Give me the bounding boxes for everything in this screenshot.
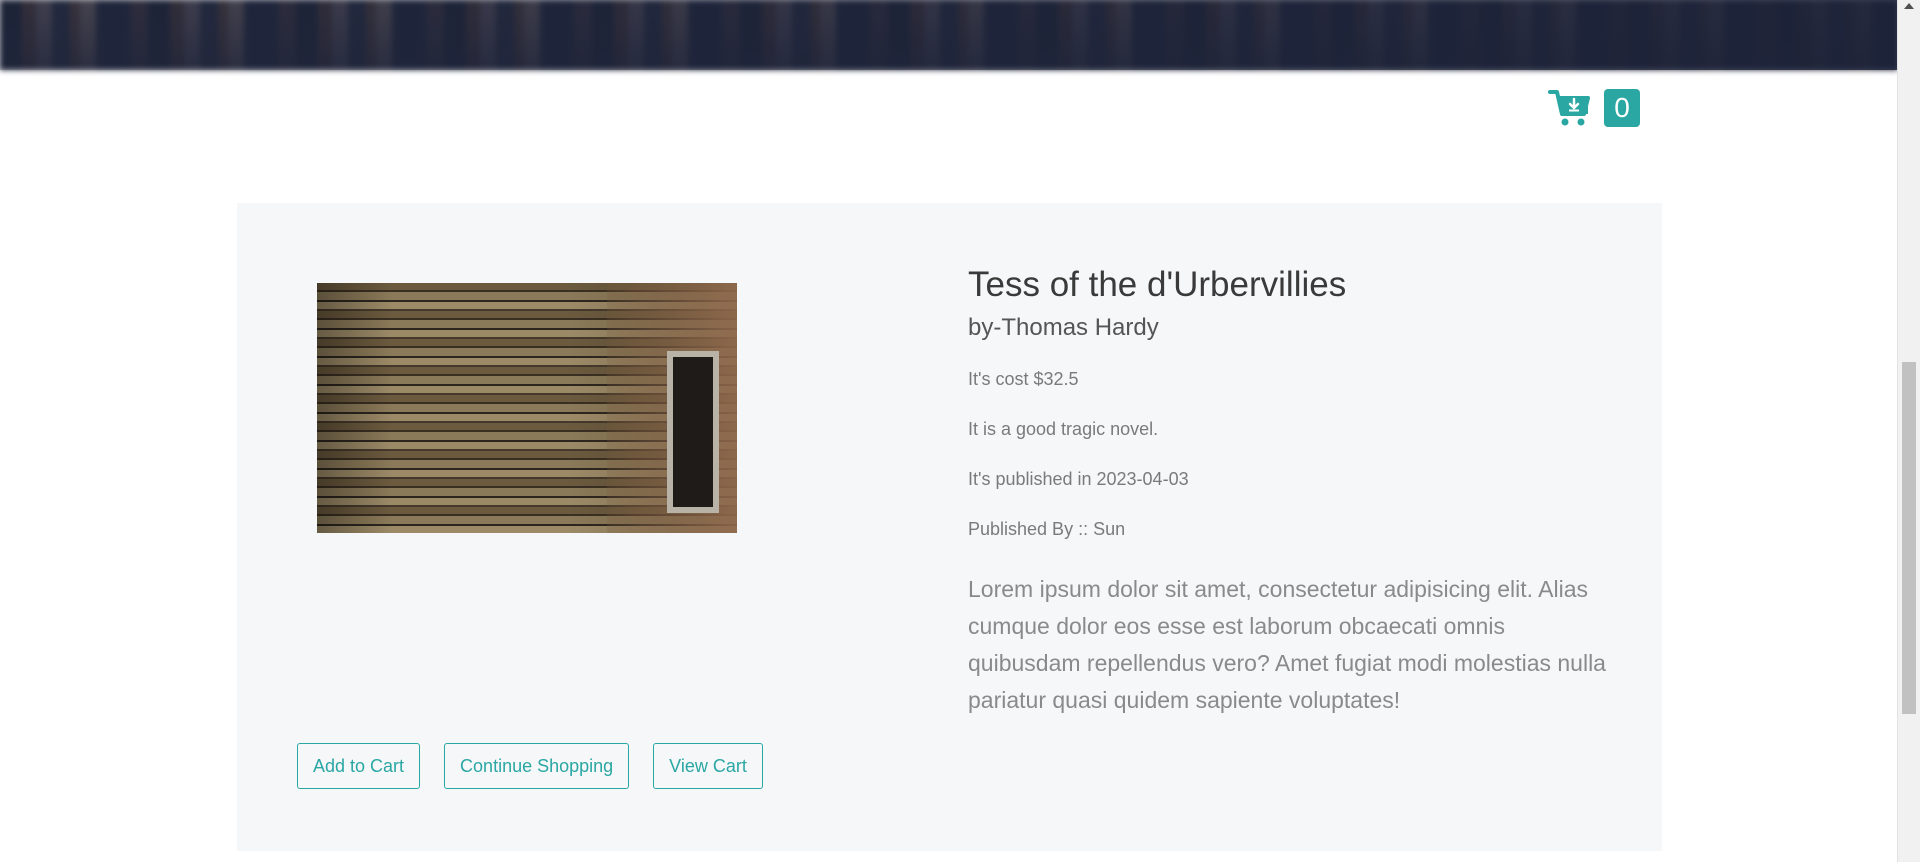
continue-shopping-button[interactable]: Continue Shopping (444, 743, 630, 789)
product-actions: Add to Cart Continue Shopping View Cart (297, 743, 763, 789)
product-title: Tess of the d'Urbervillies (968, 265, 1347, 304)
product-description: Lorem ipsum dolor sit amet, consectetur … (968, 576, 1606, 713)
product-publisher: Published By :: Sun (968, 519, 1126, 539)
cart-count-badge: 0 (1604, 89, 1640, 127)
product-price: It's cost $32.5 (968, 369, 1079, 389)
scrollbar-thumb[interactable] (1902, 362, 1916, 714)
shopping-cart-icon[interactable] (1548, 88, 1592, 128)
add-to-cart-button[interactable]: Add to Cart (297, 743, 421, 789)
hero-banner-overlay (0, 0, 1898, 70)
cover-image-detail (667, 351, 719, 513)
book-cover-image (317, 283, 737, 533)
product-info: Tess of the d'Urbervillies by-Thomas Har… (968, 263, 1608, 719)
view-cart-button[interactable]: View Cart (653, 743, 763, 789)
product-card: Tess of the d'Urbervillies by-Thomas Har… (237, 203, 1662, 851)
product-summary: It is a good tragic novel. (968, 419, 1159, 439)
cart-indicator[interactable]: 0 (1548, 88, 1640, 128)
product-author: by-Thomas Hardy (968, 314, 1159, 341)
product-published-date: It's published in 2023-04-03 (968, 469, 1189, 489)
product-page: 0 Tess of the d'Urbervillies by-Thomas H… (0, 0, 1920, 862)
scroll-up-arrow-icon[interactable] (1904, 3, 1914, 9)
page-scrollbar[interactable] (1897, 0, 1920, 862)
